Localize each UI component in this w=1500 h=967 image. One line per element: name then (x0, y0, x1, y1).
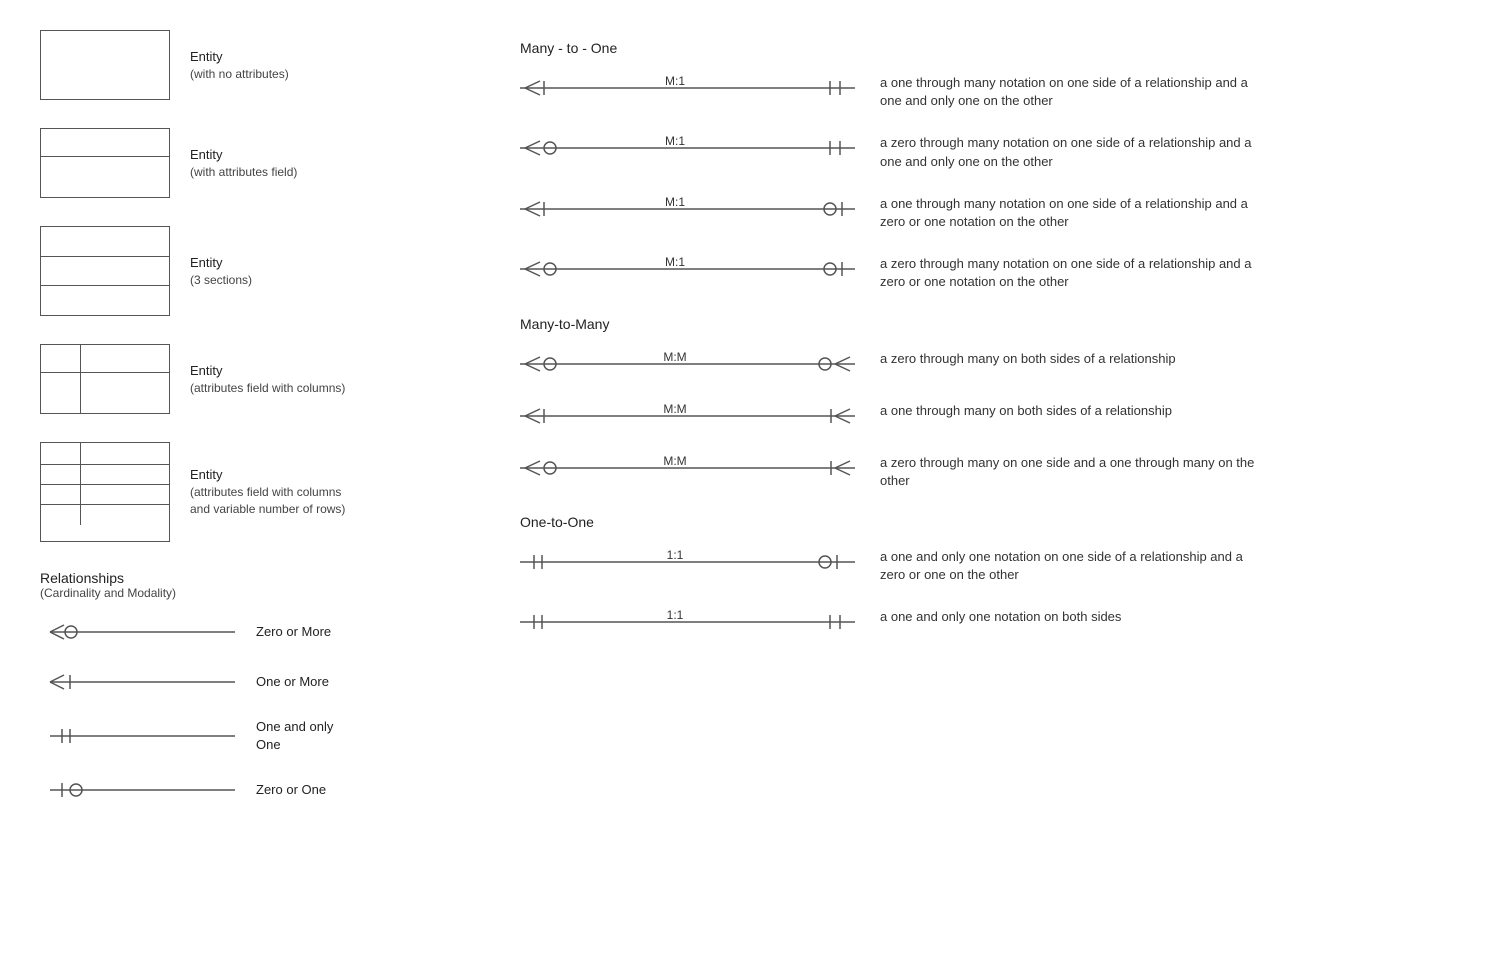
entity-rows-header (41, 443, 169, 465)
mm-row3-notation: M:M (520, 454, 860, 482)
mm-row2-label: a one through many on both sides of a re… (880, 402, 1172, 420)
entity-rows-row2-div (41, 485, 81, 504)
11-row1-notation: 1:1 (520, 548, 860, 576)
entity-3sec-sec3 (41, 286, 169, 315)
one-or-more-label: One or More (256, 673, 329, 691)
entity-attr-item: Entity (with attributes field) (40, 128, 460, 198)
zero-or-one-svg (40, 776, 240, 804)
entity-3sec-label: Entity (3 sections) (190, 254, 252, 289)
m1-row1-svg: M:1 (520, 74, 860, 102)
entity-3sec-box (40, 226, 170, 316)
entity-rows-row3 (41, 505, 169, 525)
mm-row3-label: a zero through many on one side and a on… (880, 454, 1260, 490)
m1-row1: M:1 a one through many notation on one s… (520, 74, 1460, 110)
11-row2-svg: 1:1 (520, 608, 860, 636)
svg-text:M:1: M:1 (665, 195, 685, 209)
entity-rows-row3-div (41, 505, 81, 525)
svg-text:M:1: M:1 (665, 134, 685, 148)
zero-or-more-label: Zero or More (256, 623, 331, 641)
entity-rows-label: Entity (attributes field with columns an… (190, 466, 350, 518)
many-to-one-title: Many - to - One (520, 40, 1460, 56)
m1-row2-notation: M:1 (520, 134, 860, 162)
section-one-to-one: One-to-One 1:1 a one (520, 514, 1460, 636)
11-row1-svg: 1:1 (520, 548, 860, 576)
entity-rows-row1 (41, 465, 169, 485)
svg-text:M:M: M:M (663, 350, 686, 364)
m1-row3: M:1 a one through many notation on one s… (520, 195, 1460, 231)
mm-row1-label: a zero through many on both sides of a r… (880, 350, 1176, 368)
11-row1: 1:1 a one and only one notation on one s… (520, 548, 1460, 584)
entity-rows-row1-div (41, 465, 81, 484)
entity-3sec-item: Entity (3 sections) (40, 226, 460, 316)
right-column: Many - to - One M:1 (460, 30, 1460, 826)
section-many-to-many: Many-to-Many M:M (520, 316, 1460, 490)
11-row2-label: a one and only one notation on both side… (880, 608, 1121, 626)
main-layout: Entity (with no attributes) Entity (with… (40, 30, 1460, 826)
rel-one-or-more: One or More (40, 668, 460, 696)
mm-row2: M:M a one through many on both sides of … (520, 402, 1460, 430)
entity-attr-box (40, 128, 170, 198)
many-to-many-title: Many-to-Many (520, 316, 1460, 332)
entity-cols-header (41, 345, 169, 373)
mm-row1: M:M a zero through many on both sides of… (520, 350, 1460, 378)
entity-rows-box (40, 442, 170, 542)
m1-row2-svg: M:1 (520, 134, 860, 162)
m1-row3-notation: M:1 (520, 195, 860, 223)
11-row1-label: a one and only one notation on one side … (880, 548, 1260, 584)
entity-cols-body (41, 373, 169, 413)
entity-cols-header-div (41, 345, 81, 372)
relationships-title-block: Relationships (Cardinality and Modality) (40, 570, 460, 600)
m1-row2-label: a zero through many notation on one side… (880, 134, 1260, 170)
entity-cols-box (40, 344, 170, 414)
entity-rows-item: Entity (attributes field with columns an… (40, 442, 460, 542)
entity-3sec-sec1 (41, 227, 169, 257)
one-and-only-one-label: One and onlyOne (256, 718, 333, 754)
m1-row3-svg: M:1 (520, 195, 860, 223)
entity-cols-item: Entity (attributes field with columns) (40, 344, 460, 414)
mm-row2-notation: M:M (520, 402, 860, 430)
entity-3sec-sec2 (41, 257, 169, 287)
entity-plain-box (40, 30, 170, 100)
m1-row2: M:1 a zero through many notation on one … (520, 134, 1460, 170)
mm-row2-svg: M:M (520, 402, 860, 430)
m1-row4-label: a zero through many notation on one side… (880, 255, 1260, 291)
svg-text:M:1: M:1 (665, 74, 685, 88)
entity-attr-label: Entity (with attributes field) (190, 146, 297, 181)
entity-rows-row2 (41, 485, 169, 505)
zero-or-more-svg (40, 618, 240, 646)
rel-zero-or-more: Zero or More (40, 618, 460, 646)
mm-row3: M:M a zero through many on one side and … (520, 454, 1460, 490)
entity-plain-item: Entity (with no attributes) (40, 30, 460, 100)
11-row2: 1:1 a one and only one notation on both … (520, 608, 1460, 636)
m1-row1-label: a one through many notation on one side … (880, 74, 1260, 110)
entity-rows-header-div (41, 443, 81, 464)
rel-one-and-only-one: One and onlyOne (40, 718, 460, 754)
mm-row3-svg: M:M (520, 454, 860, 482)
one-to-one-title: One-to-One (520, 514, 1460, 530)
m1-row4: M:1 a zero through many notation on one … (520, 255, 1460, 291)
entity-plain-label: Entity (with no attributes) (190, 48, 289, 83)
m1-row4-notation: M:1 (520, 255, 860, 283)
left-column: Entity (with no attributes) Entity (with… (40, 30, 460, 826)
one-or-more-svg (40, 668, 240, 696)
svg-text:M:M: M:M (663, 402, 686, 416)
11-row2-notation: 1:1 (520, 608, 860, 636)
section-many-to-one: Many - to - One M:1 (520, 40, 1460, 292)
svg-text:M:1: M:1 (665, 255, 685, 269)
zero-or-one-label: Zero or One (256, 781, 326, 799)
mm-row1-svg: M:M (520, 350, 860, 378)
rel-zero-or-one: Zero or One (40, 776, 460, 804)
entity-cols-label: Entity (attributes field with columns) (190, 362, 345, 397)
one-and-only-one-svg (40, 722, 240, 750)
entity-attr-header (41, 129, 169, 157)
svg-text:1:1: 1:1 (667, 548, 684, 562)
entity-cols-body-div (41, 373, 81, 413)
mm-row1-notation: M:M (520, 350, 860, 378)
m1-row4-svg: M:1 (520, 255, 860, 283)
svg-text:M:M: M:M (663, 454, 686, 468)
svg-text:1:1: 1:1 (667, 608, 684, 622)
m1-row1-notation: M:1 (520, 74, 860, 102)
m1-row3-label: a one through many notation on one side … (880, 195, 1260, 231)
